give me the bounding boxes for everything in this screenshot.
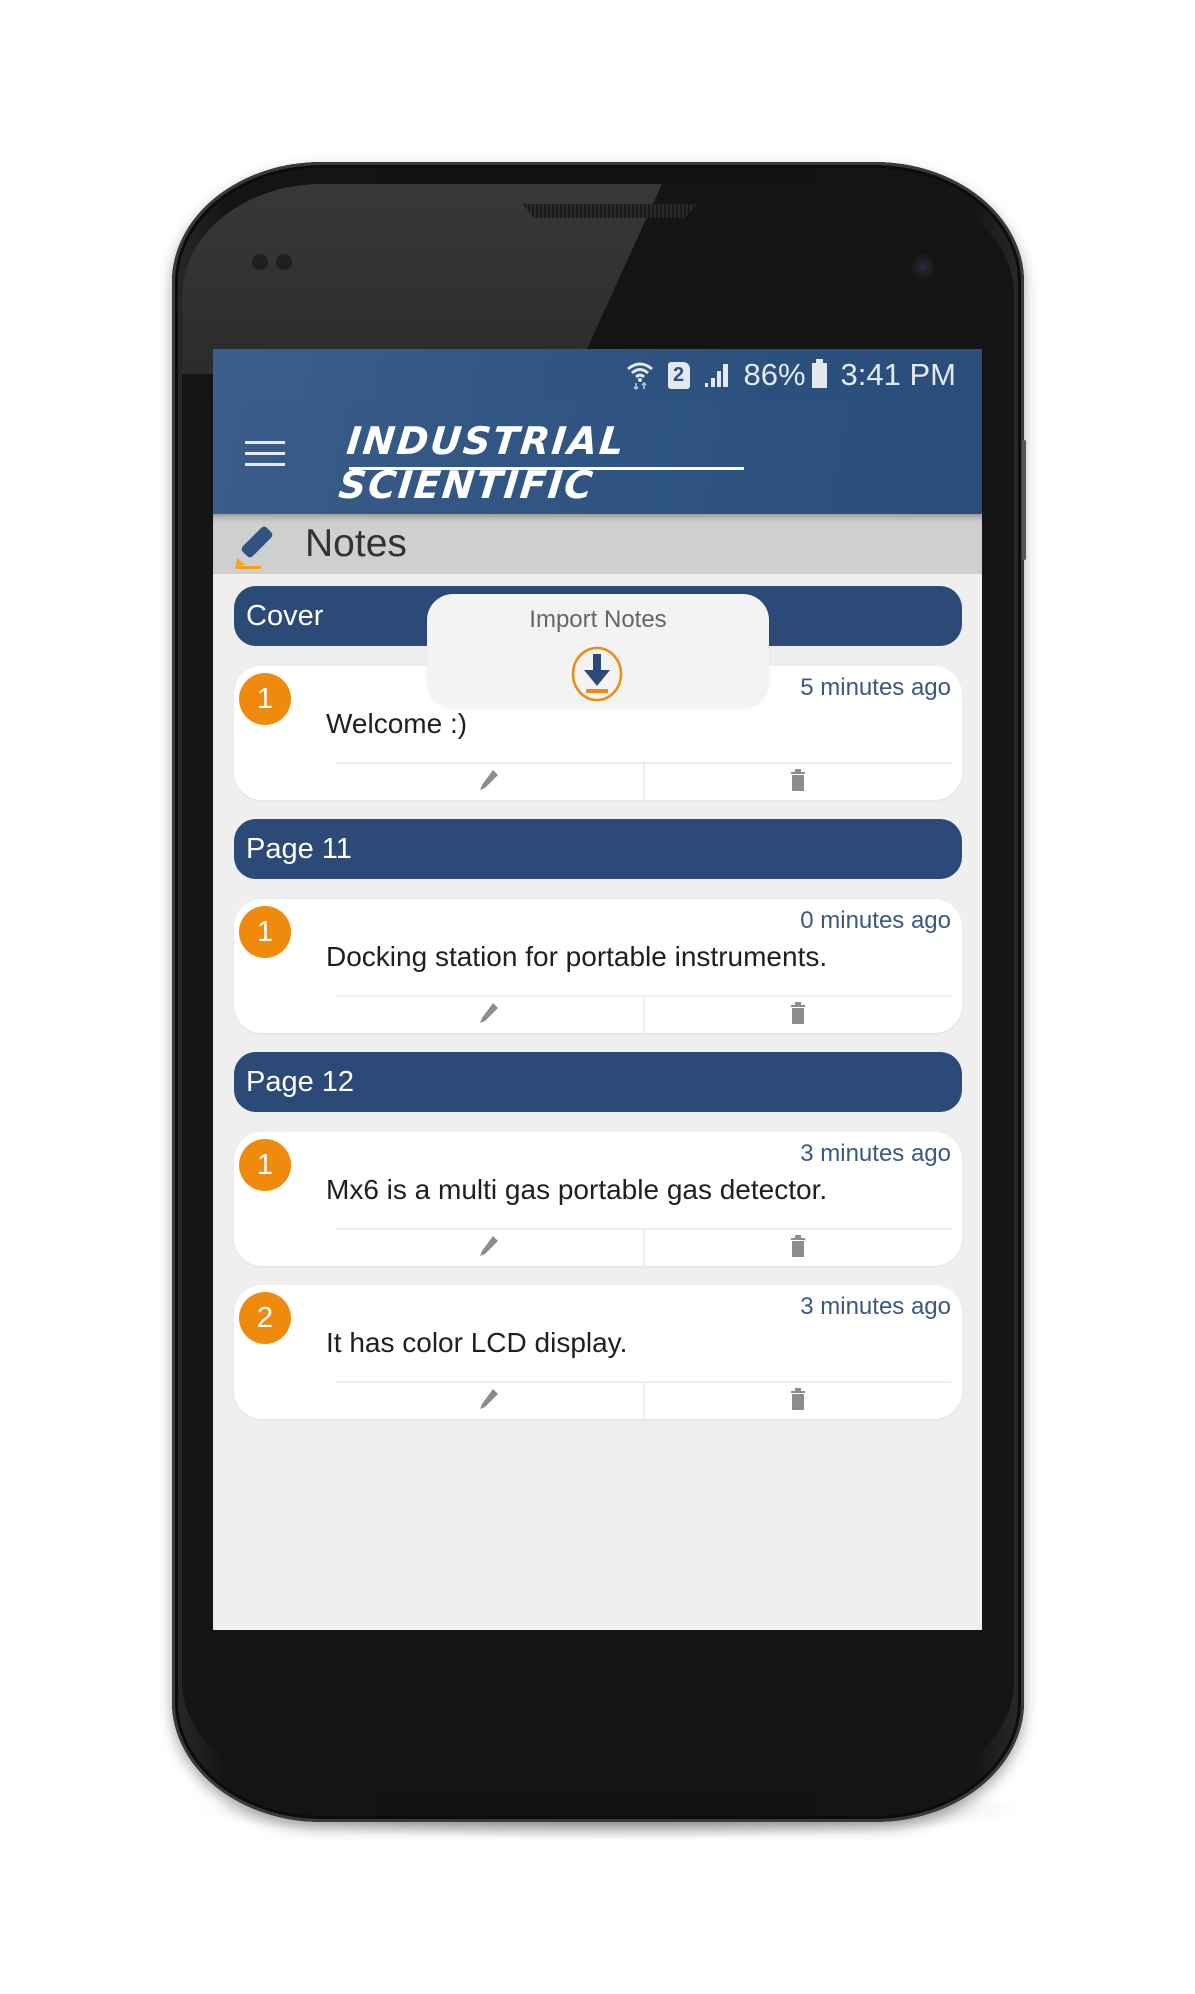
cell-signal-icon [704, 362, 730, 388]
note-number-badge: 1 [239, 1139, 291, 1191]
note-text: Mx6 is a multi gas portable gas detector… [326, 1174, 828, 1205]
earpiece-speaker [522, 204, 697, 218]
import-notes-button[interactable]: Import Notes [427, 594, 769, 708]
pencil-icon [479, 1235, 499, 1262]
note-text: Welcome :) [326, 708, 468, 739]
note-number-badge: 1 [239, 906, 291, 958]
status-bar: 2 86% 3:41 PM [213, 349, 982, 401]
edit-note-button[interactable] [336, 1383, 643, 1419]
page-title: Notes [305, 522, 407, 565]
section-header: Notes [213, 514, 982, 574]
pencil-icon [479, 769, 499, 796]
industrial-scientific-logo: INDUSTRIAL SCIENTIFIC [337, 419, 759, 507]
note-group-header[interactable]: Page 12 [234, 1052, 962, 1112]
logo-line-1: INDUSTRIAL [344, 419, 628, 463]
app-bar: INDUSTRIAL SCIENTIFIC [213, 401, 982, 514]
download-icon [566, 644, 628, 706]
trash-icon [790, 1001, 805, 1029]
edit-note-button[interactable] [336, 1230, 643, 1266]
note-card[interactable]: 2 3 minutes ago It has color LCD display… [234, 1285, 962, 1419]
wifi-data-icon [626, 360, 654, 390]
notes-list: Cover 1 5 minutes ago Welcome :) Page 11… [234, 586, 962, 1438]
battery-icon [811, 358, 827, 388]
edit-note-button[interactable] [336, 764, 643, 800]
edit-note-button[interactable] [336, 997, 643, 1033]
hamburger-menu-icon[interactable] [245, 441, 285, 471]
trash-icon [790, 1234, 805, 1262]
delete-note-button[interactable] [642, 1230, 952, 1266]
note-timestamp: 3 minutes ago [800, 1293, 951, 1320]
trash-icon [790, 768, 805, 796]
note-actions [336, 1381, 951, 1419]
note-text: It has color LCD display. [326, 1327, 628, 1358]
pencil-icon [479, 1388, 499, 1415]
note-text: Docking station for portable instruments… [326, 941, 828, 972]
note-card[interactable]: 1 3 minutes ago Mx6 is a multi gas porta… [234, 1132, 962, 1266]
note-group-header[interactable]: Page 11 [234, 819, 962, 879]
delete-note-button[interactable] [642, 1383, 952, 1419]
delete-note-button[interactable] [642, 764, 952, 800]
logo-line-2: SCIENTIFIC [336, 463, 597, 507]
pencil-icon [233, 524, 281, 570]
light-sensor [276, 254, 292, 270]
import-notes-label: Import Notes [529, 606, 667, 633]
note-timestamp: 5 minutes ago [800, 674, 951, 701]
note-card[interactable]: 1 0 minutes ago Docking station for port… [234, 899, 962, 1033]
front-camera [912, 254, 934, 280]
pencil-icon [479, 1002, 499, 1029]
note-actions [336, 995, 951, 1033]
clock: 3:41 PM [840, 357, 956, 392]
power-button[interactable] [1022, 440, 1026, 560]
sim-slot-badge: 2 [667, 361, 690, 389]
app-screen: 2 86% 3:41 PM INDUSTRIAL SCIENTIFIC Note… [213, 349, 982, 1630]
note-timestamp: 0 minutes ago [800, 907, 951, 934]
note-number-badge: 2 [239, 1292, 291, 1344]
trash-icon [790, 1387, 805, 1415]
battery-percent: 86% [743, 357, 806, 392]
note-actions [336, 762, 951, 800]
note-actions [336, 1228, 951, 1266]
delete-note-button[interactable] [642, 997, 952, 1033]
proximity-sensor [252, 254, 268, 270]
note-timestamp: 3 minutes ago [800, 1140, 951, 1167]
note-number-badge: 1 [239, 673, 291, 725]
